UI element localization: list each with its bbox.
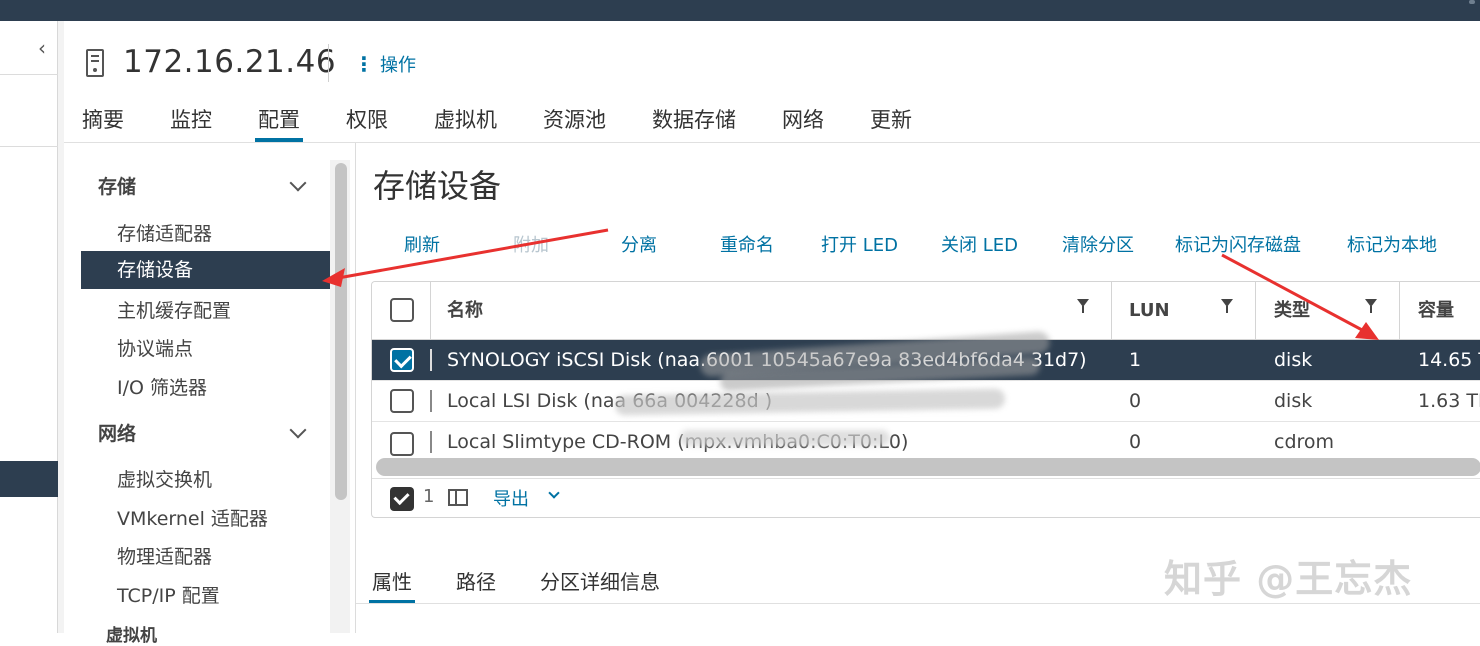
device-lun: 0 [1129,390,1142,412]
device-type: disk [1274,349,1313,371]
detach-button[interactable]: 分离 [621,231,657,257]
led-on-button[interactable]: 打开 LED [821,231,898,257]
column-divider[interactable] [1255,282,1256,340]
nav-divider [0,74,58,75]
device-capacity: 14.65 T [1418,349,1480,371]
sidebar-item-virtual-switches[interactable]: 虚拟交换机 [117,465,212,492]
row-checkbox[interactable] [390,389,414,413]
host-tabs: 摘要 监控 配置 权限 虚拟机 资源池 数据存储 网络 更新 [82,100,958,142]
navigator-splitter[interactable] [58,21,64,633]
tab-resource-pools[interactable]: 资源池 [543,100,606,142]
chevron-down-icon[interactable] [289,420,307,441]
row-checkbox[interactable] [390,348,414,372]
tab-partition-details[interactable]: 分区详细信息 [540,566,660,604]
collapse-chevron-icon[interactable]: ‹ [38,36,46,60]
column-divider[interactable] [1111,282,1112,340]
inventory-navigator: ‹ [0,21,58,633]
attach-button[interactable]: 附加 [513,231,549,257]
clear-partition-button[interactable]: 清除分区 [1062,231,1134,257]
row-divider [430,349,432,371]
column-divider [430,282,431,340]
column-divider[interactable] [1399,282,1400,340]
tab-properties[interactable]: 属性 [369,566,415,604]
page-title: 存储设备 [373,167,502,205]
actions-label: 操作 [380,55,416,76]
filter-icon[interactable] [1365,299,1377,313]
sidebar-item-vmkernel-adapters[interactable]: VMkernel 适配器 [117,504,268,531]
column-toggle-icon[interactable] [448,489,468,506]
nav-selected-host[interactable] [0,461,58,497]
sidebar-item-io-filters[interactable]: I/O 筛选器 [117,373,207,400]
chevron-down-icon[interactable] [289,173,307,194]
tab-permissions[interactable]: 权限 [346,100,388,142]
grid-header: 名称 LUN 类型 容量 [372,282,1480,340]
detail-tabs-underline [356,603,1480,604]
header-indicator [1469,0,1475,4]
tab-updates[interactable]: 更新 [870,100,912,142]
column-header-name[interactable]: 名称 [447,282,483,340]
section-vm-header-cut[interactable]: 虚拟机 [106,621,157,646]
annotation-arrow-line [337,228,609,280]
nav-divider [0,146,58,147]
column-header-type[interactable]: 类型 [1274,282,1310,340]
tab-paths[interactable]: 路径 [456,566,496,604]
config-sidebar: 存储 存储适配器 存储设备 主机缓存配置 协议端点 I/O 筛选器 网络 虚拟交… [76,143,354,646]
actions-menu[interactable]: ⋮ 操作 [354,51,416,77]
selected-count: 1 [423,486,435,507]
grid-footer: 1 导出 [372,478,1480,517]
host-server-icon [86,49,104,77]
rename-button[interactable]: 重命名 [720,231,774,257]
sidebar-item-storage-adapters[interactable]: 存储适配器 [117,219,212,246]
tab-summary[interactable]: 摘要 [82,100,124,142]
device-lun: 1 [1129,349,1142,371]
row-divider [430,431,432,453]
tab-datastores[interactable]: 数据存储 [652,100,736,142]
sidebar-scroll-thumb[interactable] [335,163,347,500]
tab-vms[interactable]: 虚拟机 [434,100,497,142]
sidebar-item-protocol-endpoints[interactable]: 协议端点 [117,334,193,361]
tab-networks[interactable]: 网络 [782,100,824,142]
header-divider [328,44,329,82]
section-storage-header[interactable]: 存储 [98,172,136,199]
mark-local-button[interactable]: 标记为本地 [1347,231,1437,257]
device-capacity: 1.63 TE [1418,390,1480,412]
detail-tabs: 属性 路径 分区详细信息 [369,566,704,604]
row-divider [430,390,432,412]
sidebar-item-tcpip-config[interactable]: TCP/IP 配置 [117,581,220,608]
table-row[interactable]: Local Slimtype CD-ROM (mpx.vmhba0:C0:T0:… [372,422,1480,458]
device-type: cdrom [1274,431,1335,453]
sidebar-item-storage-devices[interactable]: 存储设备 [81,251,330,289]
mark-flash-button[interactable]: 标记为闪存磁盘 [1175,231,1301,257]
tab-monitor[interactable]: 监控 [170,100,212,142]
watermark: 知乎 @王忘杰 [1164,557,1413,601]
grid-horizontal-scrollbar[interactable] [376,458,1480,476]
top-header-bar [0,0,1480,21]
section-network-header[interactable]: 网络 [98,419,136,446]
redaction-scribble [680,430,890,446]
sidebar-item-host-cache[interactable]: 主机缓存配置 [117,296,231,323]
column-header-capacity[interactable]: 容量 [1418,282,1454,340]
filter-icon[interactable] [1221,299,1233,313]
led-off-button[interactable]: 关闭 LED [941,231,1018,257]
panel-divider [355,143,356,633]
kebab-icon: ⋮ [354,52,374,76]
selected-checkbox-icon [390,487,414,511]
host-title: 172.16.21.46 [123,44,337,80]
sidebar-item-physical-adapters[interactable]: 物理适配器 [117,542,212,569]
export-button[interactable]: 导出 [493,485,529,511]
row-checkbox[interactable] [390,432,414,456]
tab-configure[interactable]: 配置 [255,100,303,142]
device-type: disk [1274,390,1313,412]
column-header-lun[interactable]: LUN [1129,282,1170,340]
refresh-button[interactable]: 刷新 [404,231,440,257]
filter-icon[interactable] [1077,299,1089,313]
select-all-checkbox[interactable] [390,298,414,322]
chevron-down-icon[interactable] [548,487,560,499]
device-lun: 0 [1129,431,1142,453]
